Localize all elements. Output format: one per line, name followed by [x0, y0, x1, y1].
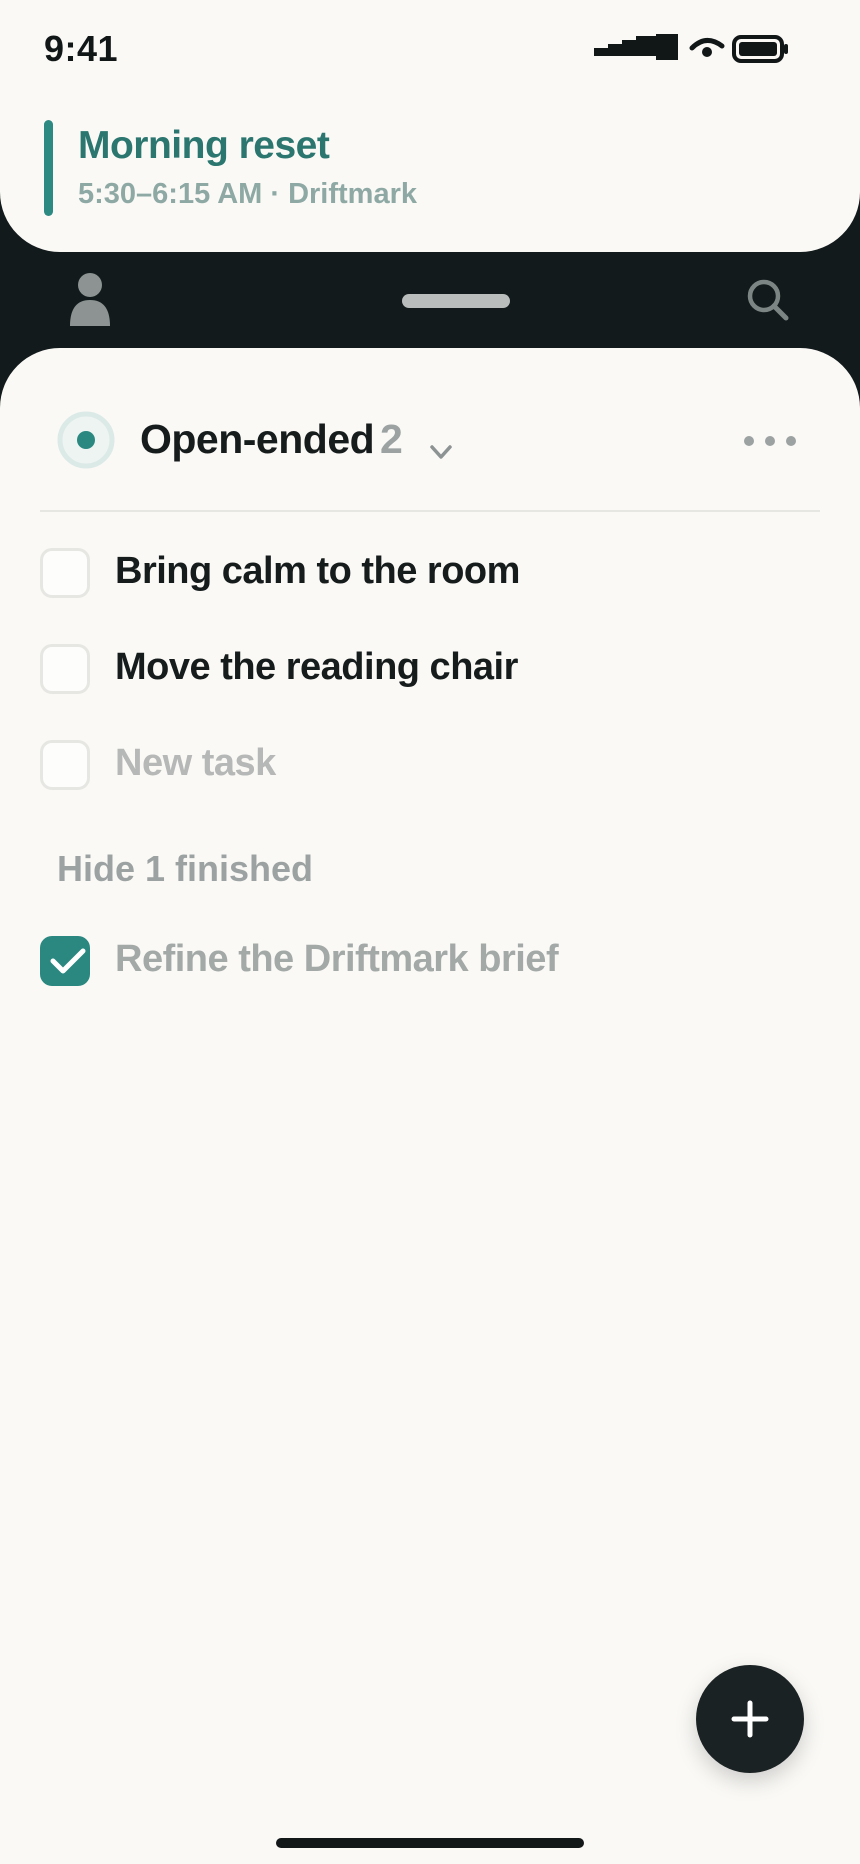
task-checkbox[interactable]	[40, 548, 90, 598]
profile-icon[interactable]	[66, 270, 114, 326]
radio-selected-icon[interactable]	[56, 410, 116, 470]
new-task-row[interactable]: New task	[40, 734, 820, 798]
task-row[interactable]: Bring calm to the room	[40, 542, 820, 606]
finished-task-row[interactable]: Refine the Driftmark brief	[40, 930, 820, 994]
search-icon[interactable]	[744, 276, 792, 324]
chevron-down-icon[interactable]	[428, 442, 454, 462]
app-screen: 9:41 Morning reset 5:30–6:15 AM · Driftm…	[0, 0, 860, 1864]
header-divider	[40, 510, 820, 512]
list-count: 2	[380, 416, 403, 462]
sheet-drag-handle[interactable]	[402, 294, 510, 308]
more-horizontal-icon[interactable]	[740, 426, 800, 456]
status-icons	[594, 34, 820, 66]
task-list-sheet: Open-ended 2 Bring calm to the room Move…	[0, 348, 860, 1864]
top-sheet: 9:41 Morning reset 5:30–6:15 AM · Driftm…	[0, 0, 860, 252]
task-checkbox[interactable]	[40, 644, 90, 694]
list-header: Open-ended 2	[40, 408, 820, 472]
new-task-checkbox	[40, 740, 90, 790]
wifi-icon	[689, 38, 725, 57]
list-title[interactable]: Open-ended	[140, 416, 375, 463]
event-subtitle: 5:30–6:15 AM · Driftmark	[78, 178, 417, 210]
checkmark-icon	[50, 948, 86, 974]
home-indicator	[276, 1838, 584, 1848]
signal-icon	[594, 34, 678, 60]
task-label[interactable]: Move the reading chair	[115, 646, 518, 689]
battery-icon	[732, 35, 788, 63]
add-task-button[interactable]	[696, 1665, 804, 1773]
event-title: Morning reset	[78, 124, 330, 167]
task-row[interactable]: Move the reading chair	[40, 638, 820, 702]
status-time: 9:41	[44, 28, 119, 69]
event-color-bar	[44, 120, 53, 216]
toolbar	[0, 252, 860, 348]
status-icons-graphic	[594, 34, 788, 63]
new-task-input[interactable]: New task	[115, 742, 276, 785]
task-label[interactable]: Refine the Driftmark brief	[115, 938, 559, 981]
task-checkbox-checked[interactable]	[40, 936, 90, 986]
plus-icon	[731, 1700, 769, 1738]
task-label[interactable]: Bring calm to the room	[115, 550, 520, 593]
hide-finished-toggle[interactable]: Hide 1 finished	[57, 848, 313, 890]
